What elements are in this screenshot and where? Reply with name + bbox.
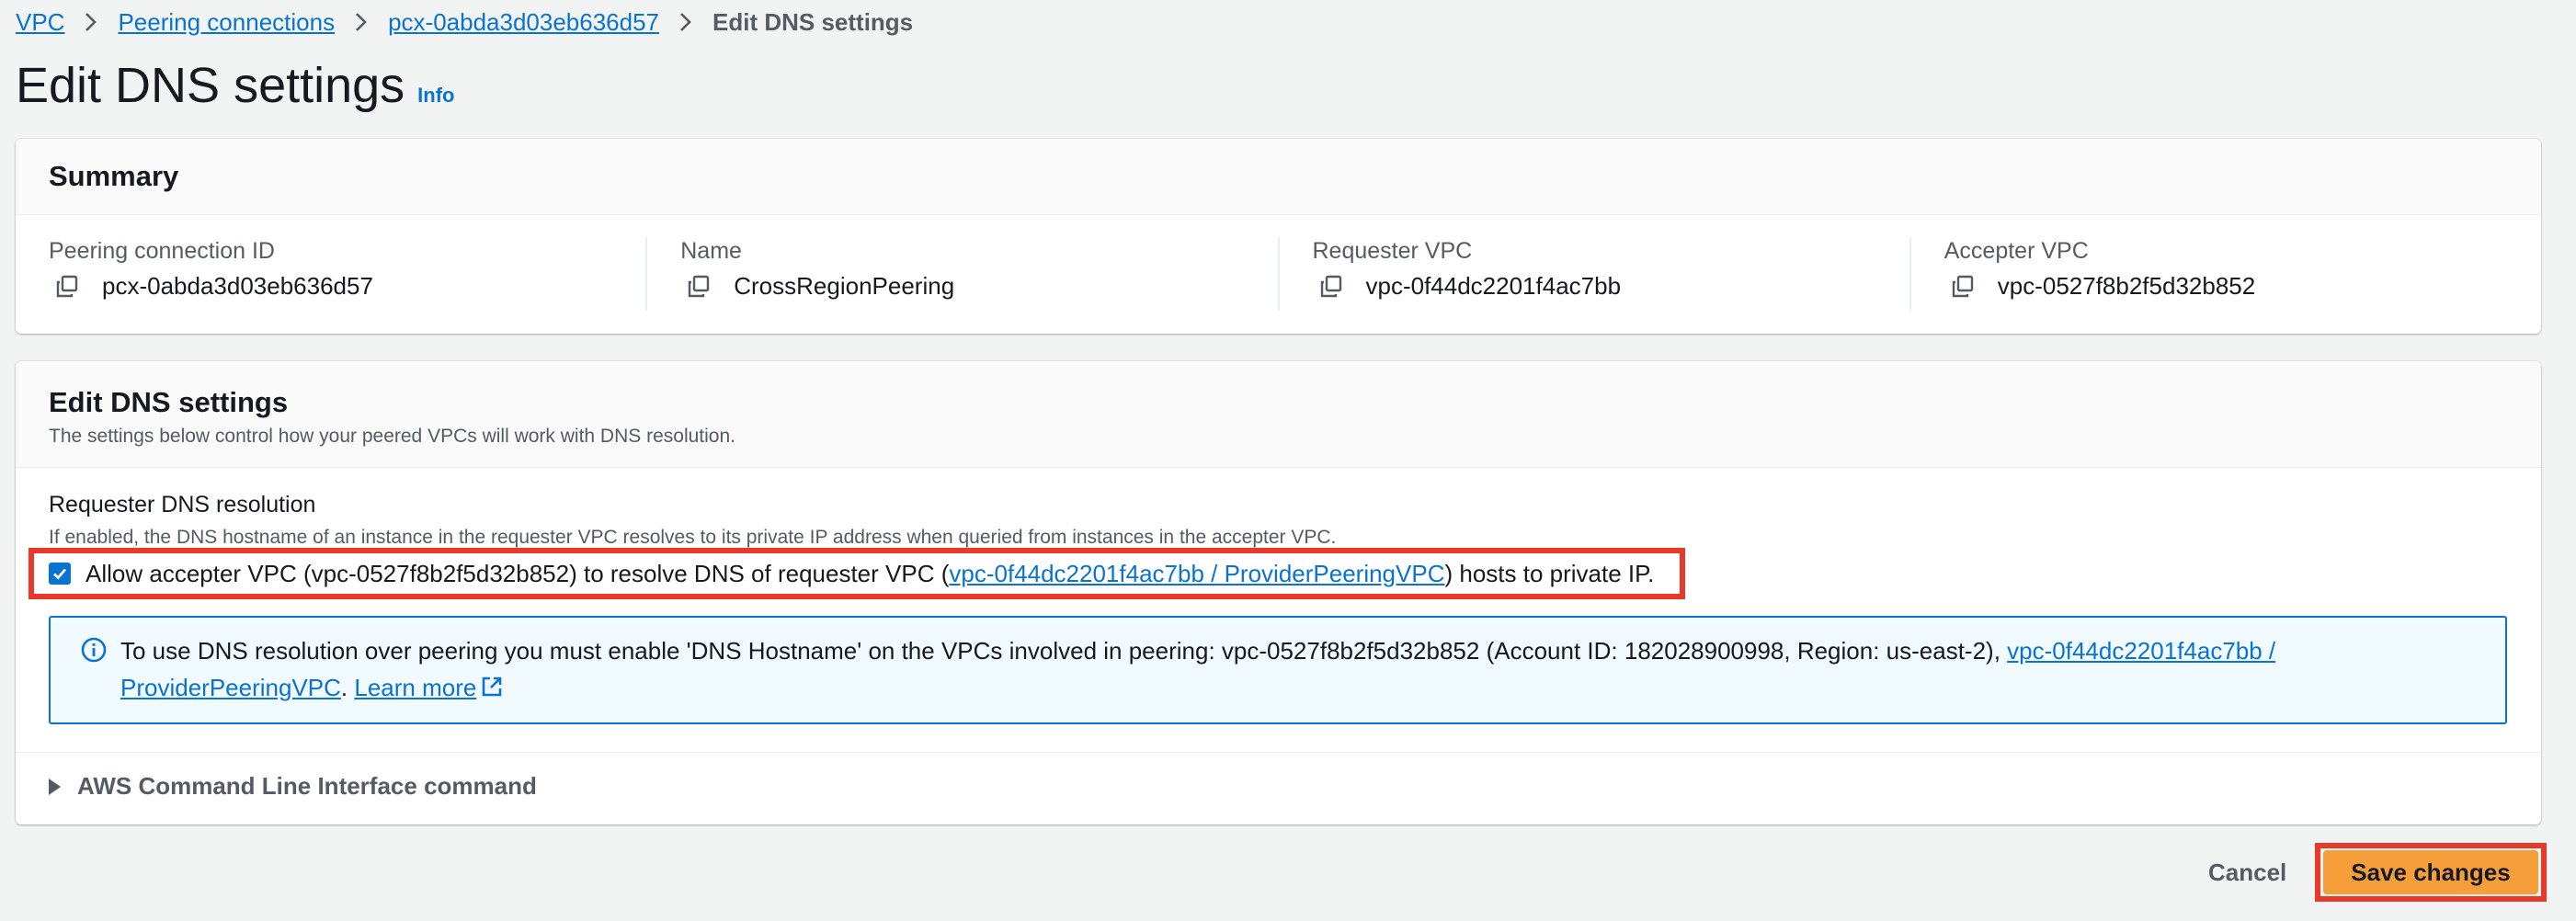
summary-title: Summary: [49, 160, 179, 192]
dns-settings-description: The settings below control how your peer…: [49, 426, 735, 447]
save-changes-highlight: Save changes: [2315, 843, 2547, 902]
requester-dns-resolution-checkbox-row[interactable]: Allow accepter VPC (vpc-0527f8b2f5d32b85…: [28, 548, 1685, 599]
chevron-right-icon: [355, 12, 368, 32]
breadcrumb-current: Edit DNS settings: [712, 7, 914, 36]
aws-cli-command-expander[interactable]: AWS Command Line Interface command: [49, 772, 537, 801]
requester-dns-resolution-checkbox-label: Allow accepter VPC (vpc-0527f8b2f5d32b85…: [85, 560, 1654, 588]
external-link-icon: [480, 672, 504, 709]
summary-field-requester-vpc: Requester VPC vpc-0f44dc2201f4ac7bb: [1277, 237, 1909, 311]
cancel-button[interactable]: Cancel: [2195, 850, 2299, 894]
caret-right-icon: [49, 778, 61, 795]
summary-field-label: Peering connection ID: [49, 238, 275, 264]
summary-field-value: CrossRegionPeering: [734, 272, 955, 300]
info-alert-period: .: [340, 674, 348, 701]
dns-settings-header: Edit DNS settings The settings below con…: [16, 361, 2541, 468]
breadcrumb-peering-connections[interactable]: Peering connections: [118, 8, 335, 37]
info-circle-icon: [80, 636, 108, 664]
section-divider: [16, 752, 2541, 753]
checkbox-label-prefix: Allow accepter VPC (vpc-0527f8b2f5d32b85…: [85, 559, 950, 587]
info-alert-text: To use DNS resolution over peering you m…: [120, 632, 2505, 722]
learn-more-label: Learn more: [354, 674, 477, 701]
chevron-right-icon: [85, 12, 97, 32]
breadcrumb-peering-connection-id[interactable]: pcx-0abda3d03eb636d57: [388, 8, 659, 37]
learn-more-link[interactable]: Learn more: [354, 674, 504, 701]
summary-field-label: Requester VPC: [1312, 238, 1473, 264]
summary-panel: Summary Peering connection ID pcx-0abda3…: [16, 139, 2541, 334]
dns-hostname-info-alert: To use DNS resolution over peering you m…: [49, 616, 2507, 724]
save-changes-button[interactable]: Save changes: [2323, 850, 2538, 894]
info-link[interactable]: Info: [417, 84, 454, 108]
summary-field-label: Accepter VPC: [1943, 238, 2089, 264]
dns-settings-title: Edit DNS settings: [49, 386, 289, 418]
summary-field-value: vpc-0527f8b2f5d32b852: [1997, 272, 2256, 300]
chevron-right-icon: [679, 12, 692, 32]
requester-vpc-link[interactable]: vpc-0f44dc2201f4ac7bb / ProviderPeeringV…: [949, 560, 1444, 587]
summary-field-label: Name: [680, 238, 742, 264]
checkbox-label-suffix: ) hosts to private IP.: [1444, 559, 1655, 587]
summary-field-accepter-vpc: Accepter VPC vpc-0527f8b2f5d32b852: [1909, 237, 2541, 311]
summary-field-peering-connection-id: Peering connection ID pcx-0abda3d03eb636…: [16, 237, 645, 311]
copy-icon[interactable]: [54, 274, 80, 300]
info-alert-message: To use DNS resolution over peering you m…: [120, 637, 2008, 665]
requester-dns-resolution-description: If enabled, the DNS hostname of an insta…: [49, 527, 1337, 548]
summary-grid: Peering connection ID pcx-0abda3d03eb636…: [16, 215, 2541, 311]
summary-field-value: pcx-0abda3d03eb636d57: [102, 272, 373, 300]
copy-icon[interactable]: [1950, 274, 1976, 300]
page-title: Edit DNS settings: [16, 58, 405, 113]
page-header: Edit DNS settings Info: [16, 57, 455, 114]
aws-cli-command-label: AWS Command Line Interface command: [77, 772, 537, 800]
requester-dns-resolution-label: Requester DNS resolution: [49, 492, 316, 517]
summary-field-value: vpc-0f44dc2201f4ac7bb: [1365, 272, 1622, 300]
dns-settings-panel: Edit DNS settings The settings below con…: [16, 361, 2541, 824]
requester-dns-resolution-checkbox[interactable]: [49, 563, 71, 585]
summary-field-name: Name CrossRegionPeering: [645, 237, 1277, 311]
summary-header: Summary: [16, 139, 2541, 215]
checkmark-icon: [53, 568, 67, 580]
breadcrumb: VPC Peering connections pcx-0abda3d03eb6…: [16, 4, 913, 40]
copy-icon[interactable]: [1318, 274, 1344, 300]
copy-icon[interactable]: [686, 274, 712, 300]
breadcrumb-vpc[interactable]: VPC: [16, 8, 64, 37]
